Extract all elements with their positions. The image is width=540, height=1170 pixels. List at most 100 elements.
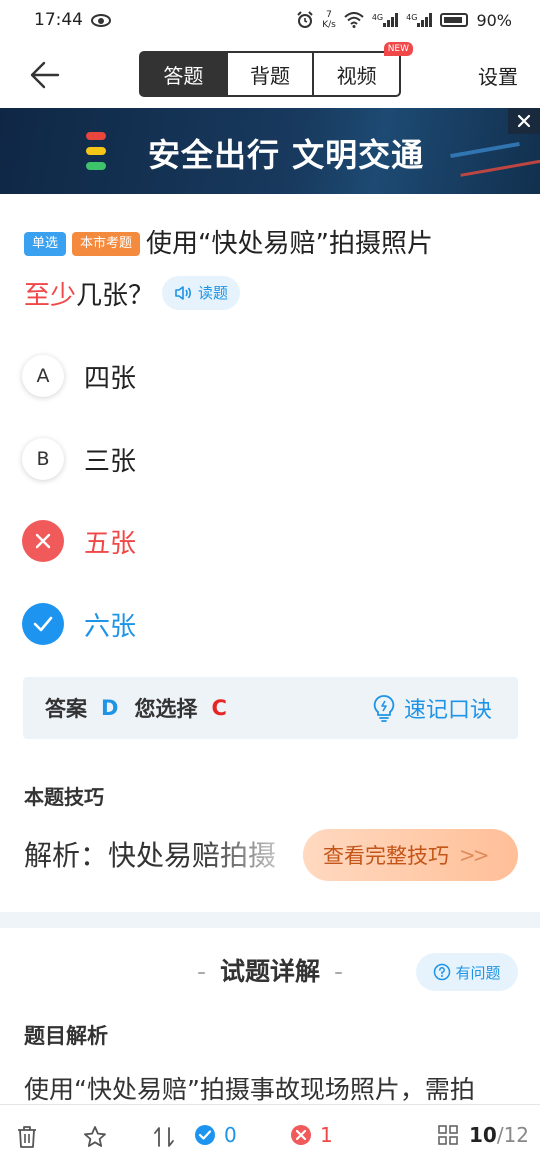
double-chevron-icon: >>	[459, 843, 489, 867]
question-text: 单选 本市考题 使用“快处易赔”拍摄照片至少几张？ 读题	[24, 218, 519, 322]
status-left: 17:44	[34, 10, 111, 30]
wrong-count-value: 1	[320, 1123, 333, 1147]
option-c-text: 五张	[84, 528, 137, 559]
option-c[interactable]: 五张	[22, 517, 502, 565]
signal-2: 4G	[406, 13, 433, 27]
wrong-cross-icon	[35, 533, 51, 549]
option-d-badge	[22, 603, 64, 645]
banner-stripe	[460, 158, 540, 177]
title-dash-left: -	[196, 957, 206, 986]
star-icon[interactable]	[83, 1125, 107, 1149]
answer-label: 答案	[45, 697, 87, 721]
net-speed-value: 7	[326, 10, 332, 20]
signal-icon	[383, 13, 399, 27]
mode-tabs: 答题 背题 视频 NEW	[139, 42, 414, 97]
option-d-text: 六张	[84, 611, 137, 642]
read-question-button[interactable]: 读题	[162, 276, 241, 310]
section-divider	[0, 912, 540, 928]
option-a-text: 四张	[84, 363, 137, 394]
option-d[interactable]: 六张	[22, 600, 502, 648]
correct-count[interactable]: 0	[194, 1123, 237, 1147]
tab-answer[interactable]: 答题	[141, 53, 228, 95]
tips-title: 本题技巧	[24, 785, 104, 809]
page-indicator: 10/12	[469, 1123, 529, 1147]
chosen-answer-value: C	[211, 696, 227, 720]
status-time: 17:44	[34, 10, 83, 30]
eye-icon	[91, 13, 111, 27]
status-bar: 17:44 7 K/s 4G 4G 90%	[0, 0, 540, 40]
wifi-icon	[344, 12, 364, 28]
network-label-2: 4G	[406, 13, 418, 22]
quick-memo-label: 速记口诀	[403, 698, 492, 723]
trash-icon[interactable]	[16, 1125, 38, 1149]
report-issue-button[interactable]: 有问题	[416, 953, 518, 991]
battery-level: 90%	[476, 10, 512, 30]
answer-summary: 答案 D 您选择 C 速记口诀	[23, 677, 518, 739]
sort-arrows-icon[interactable]	[152, 1125, 176, 1149]
tab-video-label: 视频	[336, 63, 377, 88]
question-navigator[interactable]: 10/12	[437, 1123, 529, 1147]
checkmark-icon	[33, 616, 53, 632]
option-a[interactable]: A 四张	[22, 352, 502, 400]
correct-count-value: 0	[224, 1123, 237, 1147]
wrong-count[interactable]: 1	[290, 1123, 333, 1147]
network-label-1: 4G	[371, 13, 384, 22]
battery-icon	[440, 13, 469, 27]
chosen-label: 您选择	[134, 697, 198, 721]
title-dash-right: -	[334, 957, 344, 986]
option-b-badge: B	[22, 438, 64, 480]
tab-memorize[interactable]: 背题	[228, 53, 315, 95]
question-circle-icon	[434, 963, 451, 981]
option-b-letter: B	[36, 448, 50, 470]
option-a-badge: A	[22, 355, 64, 397]
banner-stripe	[450, 141, 520, 159]
option-b-text: 三张	[84, 446, 137, 477]
banner-text: 安全出行 文明交通	[148, 136, 425, 174]
option-c-badge	[22, 520, 64, 562]
traffic-light-yellow-icon	[86, 147, 106, 155]
tab-memorize-label: 背题	[250, 63, 290, 88]
alarm-icon	[297, 11, 313, 28]
quick-memo-button[interactable]: 速记口诀	[372, 677, 492, 739]
view-full-tips-label: 查看完整技巧	[323, 844, 449, 868]
net-speed: 7 K/s	[322, 10, 336, 30]
new-badge: NEW	[383, 42, 414, 56]
signal-icon	[417, 13, 433, 27]
bottom-toolbar: 0 1 10/12	[0, 1104, 540, 1170]
tag-question-source: 本市考题	[72, 232, 141, 256]
lightbulb-icon	[373, 695, 395, 722]
speaker-icon	[175, 286, 192, 300]
tag-question-type: 单选	[24, 232, 67, 256]
page-total: /12	[496, 1123, 530, 1147]
page-current: 10	[469, 1123, 497, 1147]
report-issue-label: 有问题	[455, 963, 501, 982]
top-nav: 答题 背题 视频 NEW 设置	[0, 40, 540, 108]
analysis-fade	[200, 830, 320, 876]
signal-1: 4G	[371, 13, 399, 27]
banner-close-button[interactable]	[508, 108, 540, 134]
close-icon	[517, 114, 531, 128]
correct-answer-value: D	[101, 696, 119, 720]
cross-circle-icon	[291, 1125, 311, 1145]
option-a-letter: A	[36, 365, 50, 387]
tab-video[interactable]: 视频 NEW	[314, 42, 414, 95]
status-right: 7 K/s 4G 4G 90%	[296, 10, 512, 30]
read-question-label: 读题	[198, 284, 229, 302]
view-full-tips-button[interactable]: 查看完整技巧 >>	[303, 829, 518, 881]
option-b[interactable]: B 三张	[22, 435, 502, 483]
settings-button[interactable]: 设置	[478, 61, 518, 90]
question-analysis-title: 题目解析	[24, 1024, 108, 1048]
question-text-after: 几张？	[76, 281, 155, 311]
tab-answer-label: 答题	[163, 63, 204, 88]
traffic-light-red-icon	[86, 132, 106, 140]
grid-icon	[438, 1125, 458, 1145]
question-emphasis: 至少	[24, 281, 77, 311]
net-speed-unit: K/s	[322, 20, 336, 30]
question-text-before: 使用“快处易赔”拍摄照片	[146, 229, 433, 259]
question-analysis-text: 使用“快处易赔”拍摄事故现场照片，需拍	[24, 1075, 475, 1104]
back-arrow-icon[interactable]	[28, 58, 62, 92]
check-circle-icon	[195, 1125, 215, 1145]
traffic-light-green-icon	[86, 162, 106, 170]
ad-banner[interactable]: 安全出行 文明交通	[0, 108, 540, 194]
detail-title-text: 试题详解	[219, 957, 320, 986]
